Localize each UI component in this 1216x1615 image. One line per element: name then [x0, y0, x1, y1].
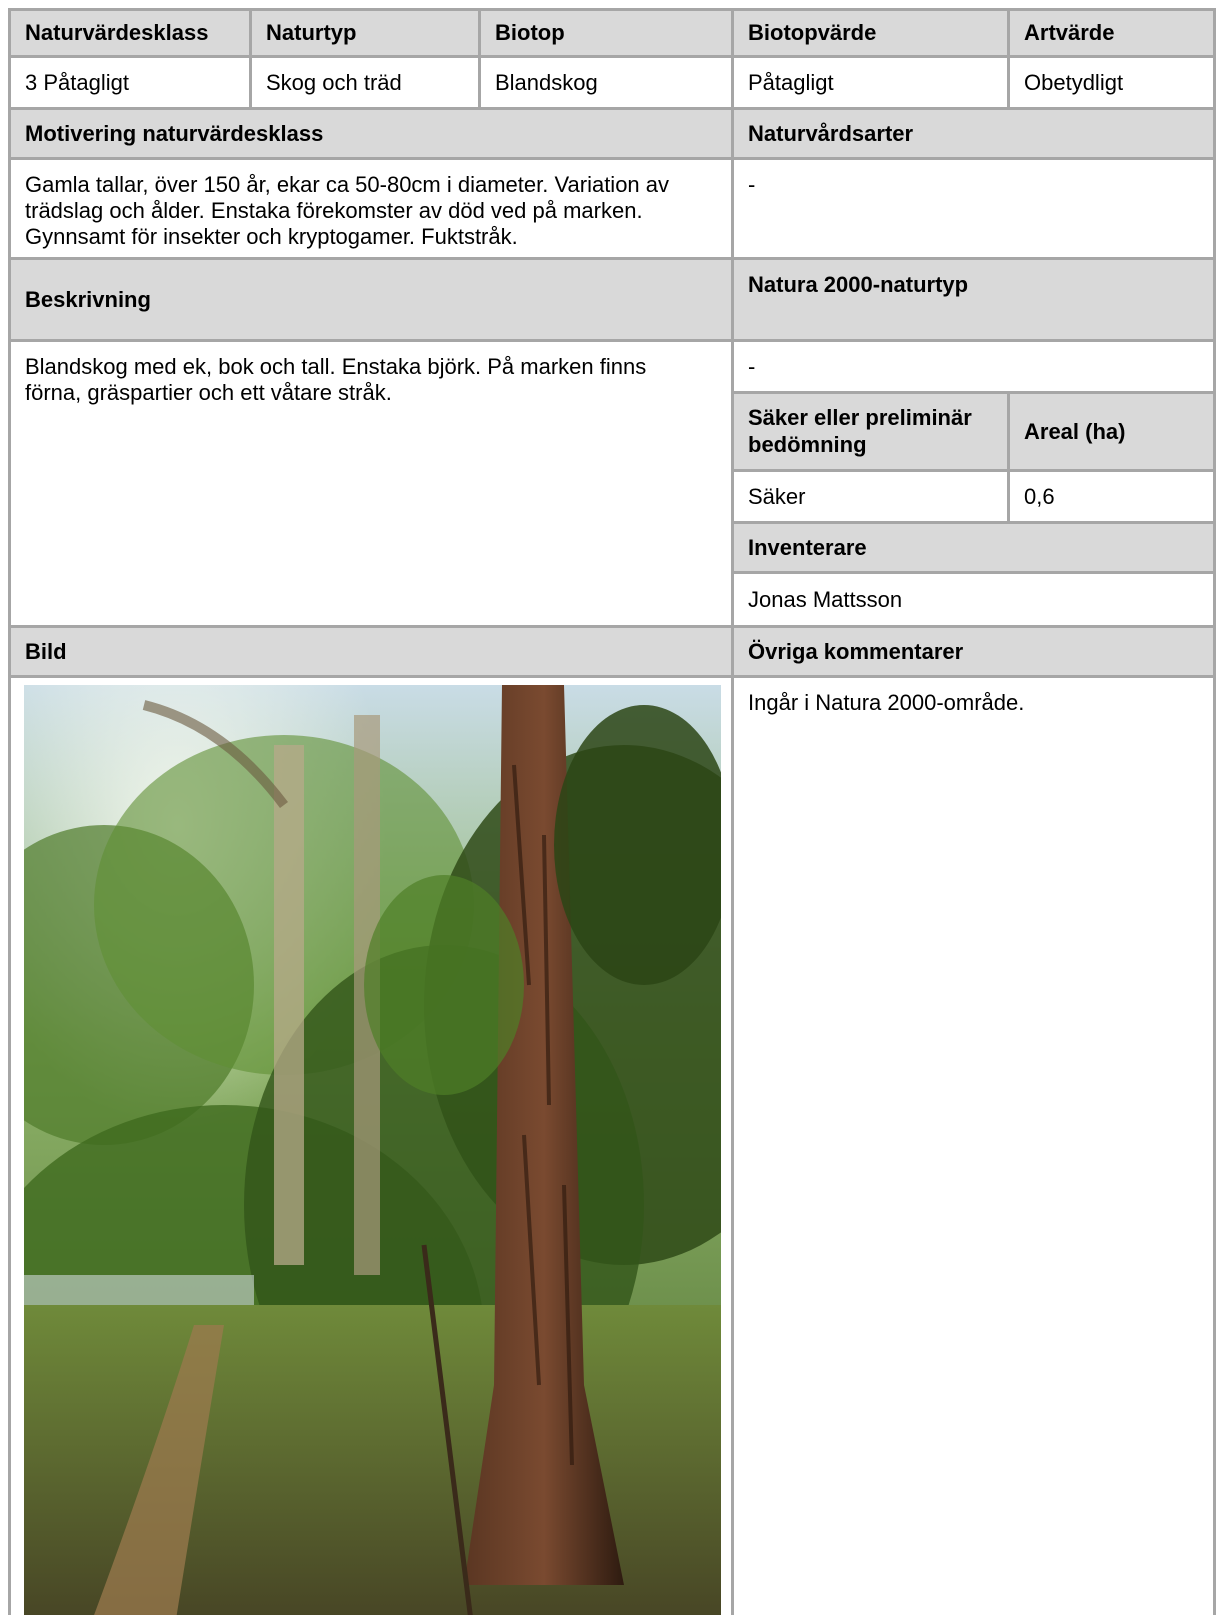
natura2000-value: -: [748, 353, 756, 379]
ovriga-header: Övriga kommentarer: [734, 628, 1216, 678]
ovriga-text-cell: Ingår i Natura 2000-område.: [734, 678, 1216, 1615]
header-biotop: Biotop: [481, 8, 734, 58]
natura2000-header: Natura 2000-naturtyp: [734, 260, 1216, 342]
value-biotop: Blandskog: [481, 58, 734, 110]
areal-value: 0,6: [1024, 483, 1055, 509]
bedomning-header: Säker eller preliminär bedömning: [734, 394, 1010, 472]
bild-cell: [8, 678, 734, 1615]
areal-label: Areal (ha): [1024, 418, 1126, 444]
naturvardsarter-value: -: [748, 172, 756, 197]
bedomning-value-cell: Säker: [734, 472, 1010, 524]
areal-value-cell: 0,6: [1010, 472, 1216, 524]
header-naturvardesklass-label: Naturvärdesklass: [25, 20, 209, 45]
ovriga-label: Övriga kommentarer: [748, 638, 964, 664]
beskrivning-header: Beskrivning: [8, 260, 734, 342]
motivering-text: Gamla tallar, över 150 år, ekar ca 50-80…: [25, 172, 670, 249]
motivering-text-cell: Gamla tallar, över 150 år, ekar ca 50-80…: [8, 160, 734, 260]
header-biotop-label: Biotop: [495, 20, 565, 45]
naturvardsarter-value-cell: -: [734, 160, 1216, 260]
header-artvarde: Artvärde: [1010, 8, 1216, 58]
value-naturvardesklass-text: 3 Påtagligt: [25, 69, 129, 95]
header-naturtyp: Naturtyp: [252, 8, 481, 58]
inventerare-value: Jonas Mattsson: [748, 586, 903, 612]
header-biotopvarde-label: Biotopvärde: [748, 20, 877, 45]
value-biotopvarde-text: Påtagligt: [748, 69, 834, 95]
value-naturvardesklass: 3 Påtagligt: [8, 58, 252, 110]
value-artvarde-text: Obetydligt: [1024, 69, 1124, 95]
header-naturtyp-label: Naturtyp: [266, 20, 357, 45]
document-page: { "summary": { "headers": ["Naturvärdesk…: [0, 0, 1216, 1615]
naturvardsarter-label: Naturvårdsarter: [748, 120, 914, 146]
bedomning-value: Säker: [748, 483, 806, 509]
forest-photo-icon: [24, 685, 721, 1615]
motivering-header: Motivering naturvärdesklass: [8, 110, 734, 160]
areal-header: Areal (ha): [1010, 394, 1216, 472]
motivering-label: Motivering naturvärdesklass: [25, 120, 324, 146]
value-naturtyp: Skog och träd: [252, 58, 481, 110]
natura2000-value-cell: -: [734, 342, 1216, 394]
inventerare-label: Inventerare: [748, 534, 867, 560]
bild-header: Bild: [8, 628, 734, 678]
natura2000-label: Natura 2000-naturtyp: [748, 272, 969, 297]
beskrivning-label: Beskrivning: [25, 286, 151, 312]
inventerare-header: Inventerare: [734, 524, 1216, 574]
beskrivning-text: Blandskog med ek, bok och tall. Enstaka …: [25, 354, 647, 405]
header-naturvardesklass: Naturvärdesklass: [8, 8, 252, 58]
bild-label: Bild: [25, 638, 67, 664]
header-artvarde-label: Artvärde: [1024, 20, 1115, 45]
value-artvarde: Obetydligt: [1010, 58, 1216, 110]
inventerare-value-cell: Jonas Mattsson: [734, 574, 1216, 628]
naturvardsarter-header: Naturvårdsarter: [734, 110, 1216, 160]
bedomning-label: Säker eller preliminär bedömning: [748, 405, 972, 457]
value-biotop-text: Blandskog: [495, 69, 598, 95]
value-naturtyp-text: Skog och träd: [266, 69, 402, 95]
beskrivning-text-cell: Blandskog med ek, bok och tall. Enstaka …: [8, 342, 734, 628]
ovriga-text: Ingår i Natura 2000-område.: [748, 690, 1025, 715]
value-biotopvarde: Påtagligt: [734, 58, 1010, 110]
header-biotopvarde: Biotopvärde: [734, 8, 1010, 58]
